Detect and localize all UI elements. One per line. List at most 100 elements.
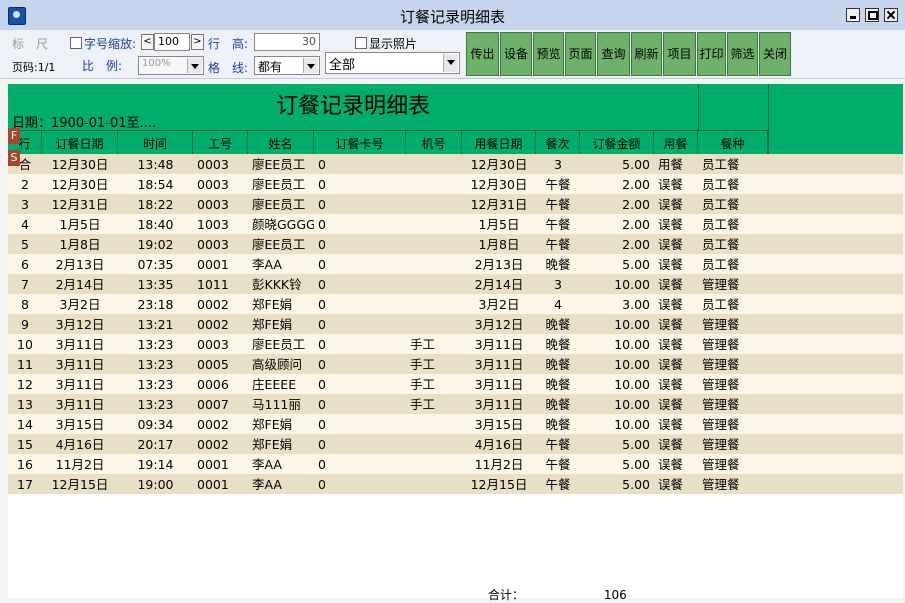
table-cell: 3月11日: [474, 377, 524, 392]
table-row[interactable]: 5 1月8日 19:02 0003 廖EE员工 0 1月8日 午餐 2.00 误餐 员工餐: [8, 234, 903, 254]
column-header-4[interactable]: 姓名: [248, 130, 314, 154]
table-cell: 管理餐: [702, 397, 740, 412]
table-cell: 员工餐: [702, 177, 740, 192]
column-header-5[interactable]: 订餐卡号: [314, 130, 406, 154]
badge-f[interactable]: F: [8, 128, 20, 144]
table-cell: 19:02: [137, 237, 174, 252]
table-cell: [406, 414, 462, 434]
toolbar-button-2[interactable]: 预览: [533, 32, 564, 76]
table-cell: 10.00: [614, 337, 650, 352]
table-cell: [406, 154, 462, 174]
show-photo-checkbox[interactable]: 显示照片: [355, 35, 417, 52]
font-scale-increase-button[interactable]: >: [191, 34, 204, 50]
toolbar-button-6[interactable]: 项目: [663, 32, 696, 76]
chevron-down-icon[interactable]: [443, 54, 458, 72]
column-header-3[interactable]: 工号: [193, 130, 248, 154]
table-cell: 10.00: [614, 417, 650, 432]
toolbar-button-9[interactable]: 关闭: [759, 32, 791, 76]
table-cell: 0: [318, 297, 326, 312]
font-scale-check-icon[interactable]: [70, 37, 82, 49]
minimize-button[interactable]: [846, 8, 860, 22]
table-row[interactable]: 14 3月15日 09:34 0002 郑FE娟 0 3月15日 晚餐 10.00 误餐 管理餐: [8, 414, 903, 434]
table-cell: 误餐: [658, 357, 684, 372]
table-cell: 0002: [197, 297, 229, 312]
table-cell: 12月30日: [51, 177, 109, 192]
table-row[interactable]: 12 3月11日 13:23 0006 庄EEEE 0 手工 3月11日 晚餐 10.00 误餐 管理…: [8, 374, 903, 394]
table-row[interactable]: 6 2月13日 07:35 0001 李AA 0 2月13日 晚餐 5.00 误餐 员工餐: [8, 254, 903, 274]
table-cell: 员工餐: [702, 257, 740, 272]
toolbar-button-8[interactable]: 筛选: [727, 32, 758, 76]
table-cell: 误餐: [658, 297, 684, 312]
table-row[interactable]: 8 3月2日 23:18 0002 郑FE娟 0 3月2日 4 3.00 误餐 员工餐: [8, 294, 903, 314]
toolbar-button-7[interactable]: 打印: [697, 32, 726, 76]
close-window-button[interactable]: [884, 8, 898, 22]
table-row[interactable]: 3 12月31日 18:22 0003 廖EE员工 0 12月31日 午餐 2.00 误餐 员工餐: [8, 194, 903, 214]
table-cell: 0003: [197, 157, 229, 172]
table-cell: 误餐: [658, 397, 684, 412]
table-cell: 2月13日: [55, 257, 105, 272]
table-cell: 12月31日: [470, 197, 528, 212]
column-header-2[interactable]: 时间: [118, 130, 193, 154]
scope-select[interactable]: 全部: [325, 52, 460, 74]
table-row[interactable]: 4 1月5日 18:40 1003 颜晓GGGG 0 1月5日 午餐 2.00 误餐 员工餐: [8, 214, 903, 234]
ratio-select[interactable]: 100%: [138, 56, 204, 75]
table-cell: 3月15日: [55, 417, 105, 432]
table-cell: 5.00: [622, 157, 650, 172]
table-row[interactable]: 17 12月15日 19:00 0001 李AA 0 12月15日 午餐 5.00 误餐 管理餐: [8, 474, 903, 494]
table-cell: 0002: [197, 317, 229, 332]
font-scale-checkbox[interactable]: 字号缩放:: [70, 35, 136, 52]
grid-select[interactable]: 都有: [254, 56, 320, 75]
column-header-9[interactable]: 订餐金额: [580, 130, 654, 154]
column-header-6[interactable]: 机号: [406, 130, 462, 154]
table-cell: 员工餐: [702, 237, 740, 252]
table-cell: 12: [17, 377, 33, 392]
table-cell: 15: [17, 437, 33, 452]
table-cell: 1月5日: [478, 217, 520, 232]
maximize-button[interactable]: [865, 8, 879, 22]
table-cell: 2.00: [622, 217, 650, 232]
table-row[interactable]: 合 12月30日 13:48 0003 廖EE员工 0 12月30日 3 5.00 用餐 员工餐: [8, 154, 903, 174]
table-row[interactable]: 15 4月16日 20:17 0002 郑FE娟 0 4月16日 午餐 5.00 误餐 管理餐: [8, 434, 903, 454]
column-header-1[interactable]: 订餐日期: [42, 130, 118, 154]
page-indicator: 页码:1/1: [12, 61, 56, 74]
toolbar-button-4[interactable]: 查询: [597, 32, 630, 76]
table-cell: 0001: [197, 457, 229, 472]
table-row[interactable]: 13 3月11日 13:23 0007 马111丽 0 手工 3月11日 晚餐 10.00 误餐 管理…: [8, 394, 903, 414]
table-row[interactable]: 10 3月11日 13:23 0003 廖EE员工 0 手工 3月11日 晚餐 10.00 误餐 管理…: [8, 334, 903, 354]
font-scale-decrease-button[interactable]: <: [141, 34, 154, 50]
chevron-down-icon[interactable]: [303, 58, 318, 73]
table-cell: 0: [318, 457, 326, 472]
badge-s[interactable]: S: [8, 150, 20, 166]
table-cell: 18:22: [137, 197, 174, 212]
toolbar-button-5[interactable]: 刷新: [631, 32, 662, 76]
table-cell: 0: [318, 417, 326, 432]
toolbar-button-3[interactable]: 页面: [565, 32, 596, 76]
table-cell: 3月15日: [474, 417, 524, 432]
table-row[interactable]: 11 3月11日 13:23 0005 高级顾问 0 手工 3月11日 晚餐 10.00 误餐 管理餐: [8, 354, 903, 374]
column-header-10[interactable]: 用餐: [654, 130, 698, 154]
table-cell: 0003: [197, 197, 229, 212]
show-photo-check-icon[interactable]: [355, 37, 367, 49]
table-row[interactable]: 2 12月30日 18:54 0003 廖EE员工 0 12月30日 午餐 2.00 误餐 员工餐: [8, 174, 903, 194]
toolbar-button-1[interactable]: 设备: [500, 32, 532, 76]
column-header-7[interactable]: 用餐日期: [462, 130, 536, 154]
table-cell: [406, 174, 462, 194]
table-cell: 3月12日: [55, 317, 105, 332]
table-cell: 误餐: [658, 417, 684, 432]
table-cell: 晚餐: [545, 337, 571, 352]
column-header-11[interactable]: 餐种: [698, 130, 768, 154]
table-cell: 18:54: [137, 177, 174, 192]
table-row[interactable]: 7 2月14日 13:35 1011 彭KKK铃 0 2月14日 3 10.00 误餐 管理餐: [8, 274, 903, 294]
table-cell: 0: [318, 197, 326, 212]
toolbar-button-0[interactable]: 传出: [466, 32, 499, 76]
table-cell: 13:23: [137, 337, 174, 352]
table-cell: 2: [21, 177, 29, 192]
title-bar: 订餐记录明细表: [0, 0, 905, 31]
column-header-8[interactable]: 餐次: [536, 130, 580, 154]
table-row[interactable]: 9 3月12日 13:21 0002 郑FE娟 0 3月12日 晚餐 10.00 误餐 管理餐: [8, 314, 903, 334]
font-scale-input[interactable]: 100: [154, 33, 190, 51]
table-row[interactable]: 16 11月2日 19:14 0001 李AA 0 11月2日 午餐 5.00 误餐 管理餐: [8, 454, 903, 474]
chevron-down-icon[interactable]: [187, 58, 202, 73]
row-height-input[interactable]: 30: [254, 33, 320, 51]
footer-total: 合计： 106: [488, 586, 627, 603]
